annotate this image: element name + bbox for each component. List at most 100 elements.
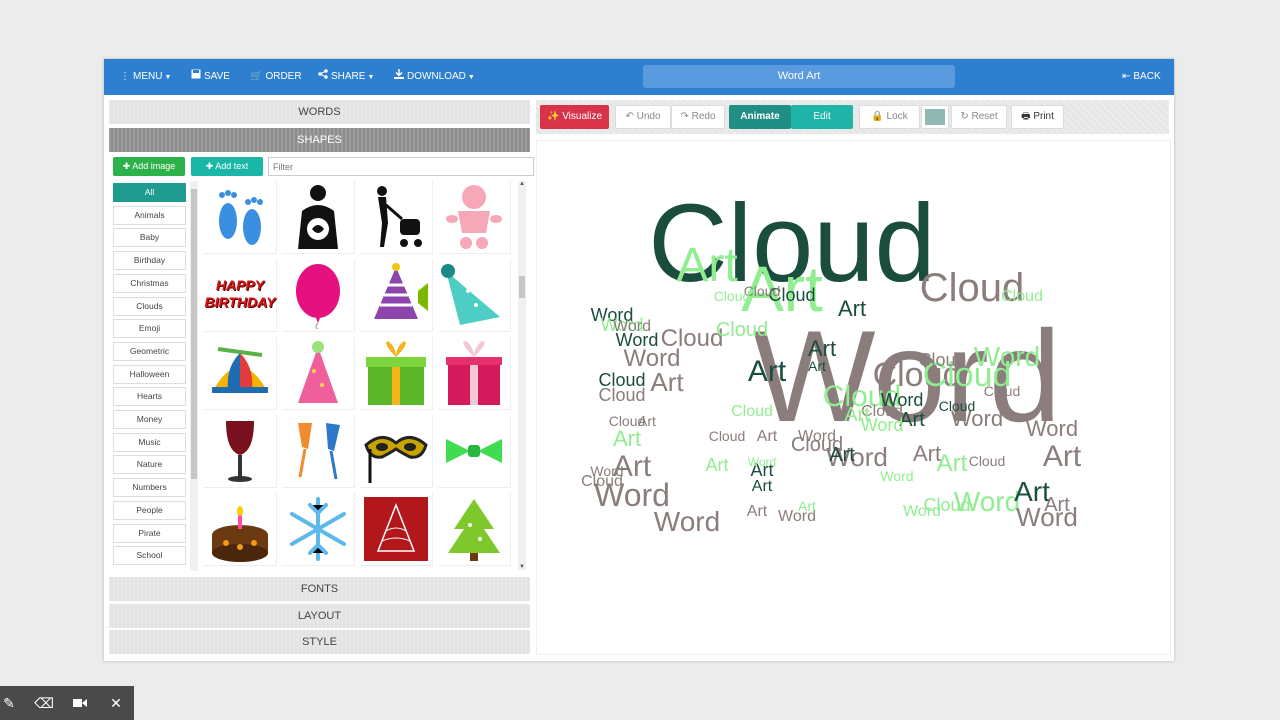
cloud-word[interactable]: Art bbox=[748, 355, 787, 388]
category-school[interactable]: School bbox=[113, 546, 186, 566]
cloud-word[interactable]: Word bbox=[590, 463, 623, 479]
word-cloud[interactable]: WordCloudArtArt CloudCloudCloudWordArtArt… bbox=[537, 141, 1170, 654]
shape-gift-pink[interactable] bbox=[438, 337, 511, 410]
cloud-word[interactable]: Cloud bbox=[918, 350, 965, 370]
category-emoji[interactable]: Emoji bbox=[113, 319, 186, 339]
video-camera-icon[interactable] bbox=[63, 686, 97, 720]
add-text-button[interactable]: ✚ Add text bbox=[191, 157, 263, 176]
shape-party-hat-teal[interactable] bbox=[438, 259, 511, 332]
color-swatch-button[interactable] bbox=[921, 105, 949, 129]
shape-baby-feet[interactable] bbox=[204, 181, 277, 254]
close-icon[interactable]: ✕ bbox=[99, 686, 133, 720]
save-button[interactable]: SAVE bbox=[191, 59, 230, 95]
shape-snowflake[interactable] bbox=[282, 493, 355, 566]
cloud-word[interactable]: Word bbox=[624, 345, 681, 372]
order-button[interactable]: 🛒 ORDER bbox=[250, 59, 302, 95]
download-button[interactable]: DOWNLOAD ▼ bbox=[394, 59, 475, 95]
cloud-word[interactable]: Art bbox=[613, 426, 641, 451]
cloud-word[interactable]: Word bbox=[613, 318, 651, 335]
pen-icon[interactable]: ✎ bbox=[0, 686, 26, 720]
section-style[interactable]: STYLE bbox=[109, 630, 530, 654]
cloud-word[interactable]: Art bbox=[676, 239, 737, 292]
cloud-word[interactable]: Art bbox=[757, 428, 778, 445]
cloud-word[interactable]: Art bbox=[752, 478, 773, 495]
cloud-word[interactable]: Cloud bbox=[731, 403, 773, 420]
shape-bow-tie[interactable] bbox=[438, 415, 511, 488]
category-music[interactable]: Music bbox=[113, 432, 186, 452]
share-button[interactable]: SHARE ▼ bbox=[318, 59, 374, 95]
cloud-word[interactable]: Art bbox=[829, 444, 855, 466]
edit-button[interactable]: Edit bbox=[791, 105, 853, 129]
category-nature[interactable]: Nature bbox=[113, 455, 186, 475]
section-fonts[interactable]: FONTS bbox=[109, 577, 530, 601]
section-words[interactable]: WORDS bbox=[109, 100, 530, 124]
category-scroll-thumb[interactable] bbox=[191, 189, 197, 479]
word-cloud-canvas[interactable]: Word Cloud Art Art Cloud Cloud Cloud Word Art Art… bbox=[536, 140, 1171, 655]
cloud-word[interactable]: Word bbox=[903, 503, 941, 520]
cloud-word[interactable]: Cloud bbox=[709, 428, 746, 444]
shape-masquerade-mask[interactable] bbox=[360, 415, 433, 488]
word-art-title[interactable]: Word Art bbox=[643, 65, 955, 88]
shape-happy-birthday-text[interactable]: HAPPY BIRTHDAY bbox=[204, 259, 277, 332]
category-money[interactable]: Money bbox=[113, 410, 186, 429]
back-button[interactable]: ⇤ BACK bbox=[1122, 59, 1161, 95]
print-button[interactable]: 🖶 Print bbox=[1011, 105, 1064, 129]
cloud-word[interactable]: Word bbox=[748, 455, 776, 469]
scroll-down-arrow-icon[interactable]: ▼ bbox=[519, 564, 525, 570]
redo-button[interactable]: ↷ Redo bbox=[671, 105, 725, 129]
lock-button[interactable]: 🔒 Lock bbox=[859, 105, 920, 129]
category-people[interactable]: People bbox=[113, 500, 186, 520]
cloud-word[interactable]: Art bbox=[705, 455, 728, 475]
section-shapes[interactable]: SHAPES bbox=[109, 128, 530, 152]
shape-birthday-cake[interactable] bbox=[204, 493, 277, 566]
shape-christmas-tree[interactable] bbox=[438, 493, 511, 566]
cloud-word[interactable]: Cloud bbox=[1001, 288, 1043, 305]
category-christmas[interactable]: Christmas bbox=[113, 273, 186, 293]
cloud-word[interactable]: Cloud bbox=[716, 319, 768, 341]
visualize-button[interactable]: ✨ Visualize bbox=[540, 105, 609, 129]
scroll-up-arrow-icon[interactable]: ▲ bbox=[519, 181, 525, 187]
cloud-word[interactable]: Cloud bbox=[984, 383, 1021, 399]
shape-christmas-tree-card[interactable] bbox=[360, 493, 433, 566]
shape-grid-scroll-thumb[interactable] bbox=[519, 276, 525, 298]
cloud-word[interactable]: Art bbox=[798, 498, 816, 514]
category-hearts[interactable]: Hearts bbox=[113, 387, 186, 407]
category-baby[interactable]: Baby bbox=[113, 228, 186, 248]
shape-wine-glass[interactable] bbox=[204, 415, 277, 488]
cloud-word[interactable]: Word bbox=[798, 428, 836, 445]
category-clouds[interactable]: Clouds bbox=[113, 296, 186, 316]
filter-input[interactable] bbox=[268, 157, 534, 176]
cloud-word[interactable]: Art bbox=[838, 296, 866, 321]
cloud-word[interactable]: Word bbox=[881, 390, 924, 410]
shape-champagne-glasses[interactable] bbox=[282, 415, 355, 488]
cloud-word[interactable]: Cloud bbox=[939, 398, 976, 414]
shape-balloon[interactable] bbox=[282, 259, 355, 332]
category-pirate[interactable]: Pirate bbox=[113, 523, 186, 543]
category-halloween[interactable]: Halloween bbox=[113, 364, 186, 384]
undo-button[interactable]: ↶ Undo bbox=[615, 105, 671, 129]
shape-pregnant-woman[interactable] bbox=[282, 181, 355, 254]
shape-propeller-cap[interactable] bbox=[204, 337, 277, 410]
cloud-word[interactable]: Word bbox=[974, 341, 1040, 372]
section-layout[interactable]: LAYOUT bbox=[109, 604, 530, 628]
cloud-word[interactable]: Word bbox=[1026, 416, 1078, 441]
category-animals[interactable]: Animals bbox=[113, 205, 186, 225]
shape-party-hat-pink[interactable] bbox=[282, 337, 355, 410]
shape-party-horn-hat[interactable] bbox=[360, 259, 433, 332]
cloud-word[interactable]: Art bbox=[937, 450, 968, 477]
cloud-word[interactable]: Word bbox=[654, 506, 720, 537]
cloud-word[interactable]: Cloud bbox=[969, 453, 1006, 469]
category-numbers[interactable]: Numbers bbox=[113, 478, 186, 498]
cloud-word[interactable]: Art bbox=[808, 358, 826, 374]
shape-baby[interactable] bbox=[438, 181, 511, 254]
cloud-word[interactable]: Cloud bbox=[714, 288, 751, 304]
category-all[interactable]: All bbox=[113, 183, 186, 202]
shape-gift-green[interactable] bbox=[360, 337, 433, 410]
menu-button[interactable]: ⋮ MENU ▼ bbox=[120, 59, 171, 95]
reset-button[interactable]: ↻ Reset bbox=[951, 105, 1007, 129]
category-geometric[interactable]: Geometric bbox=[113, 341, 186, 361]
eraser-icon[interactable]: ⌫ bbox=[27, 686, 61, 720]
cloud-word[interactable]: Art bbox=[747, 503, 768, 520]
category-birthday[interactable]: Birthday bbox=[113, 251, 186, 271]
cloud-word[interactable]: Art bbox=[1044, 494, 1070, 516]
